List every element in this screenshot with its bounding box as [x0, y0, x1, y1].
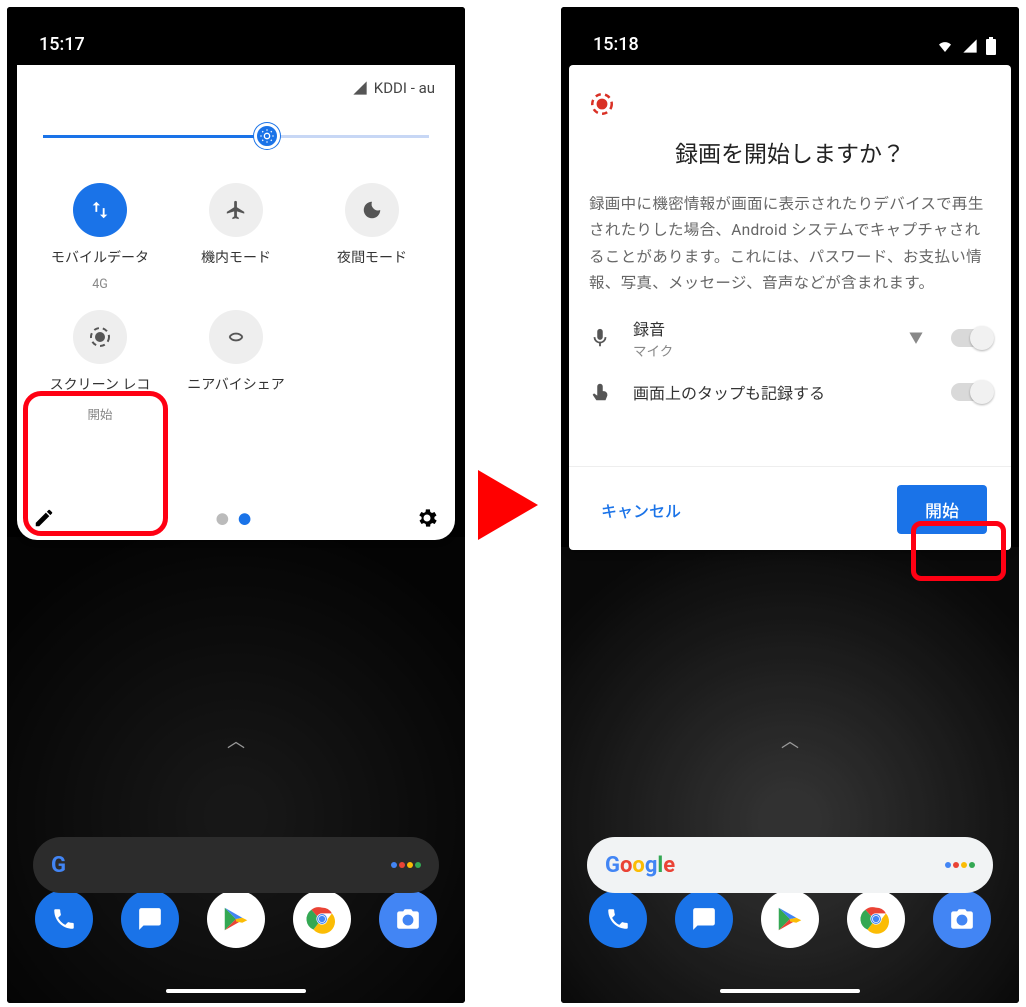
- edit-tiles-icon[interactable]: [33, 507, 55, 529]
- app-camera[interactable]: [933, 890, 991, 948]
- touch-icon: [589, 381, 611, 403]
- app-play-store[interactable]: [761, 890, 819, 948]
- app-play-store[interactable]: [207, 890, 265, 948]
- record-icon: [589, 91, 991, 117]
- nearby-share-icon: [209, 310, 263, 364]
- signal-icon: [961, 38, 979, 54]
- clock: 15:18: [593, 34, 639, 55]
- gesture-nav-bar[interactable]: [166, 989, 306, 993]
- app-chrome[interactable]: [293, 890, 351, 948]
- battery-icon: [985, 37, 997, 55]
- record-icon: [73, 310, 127, 364]
- app-camera[interactable]: [379, 890, 437, 948]
- app-messages[interactable]: [675, 890, 733, 948]
- dialog-title: 録画を開始しますか？: [589, 135, 991, 169]
- dialog-body: 録画中に機密情報が画面に表示されたりデバイスで再生されたりした場合、Androi…: [589, 191, 991, 296]
- app-messages[interactable]: [121, 890, 179, 948]
- qs-tile-nearby-share[interactable]: ニアバイシェア: [173, 306, 299, 427]
- phone-right: 15:18 ︿ Google 録画を開始しますか？ 録: [560, 6, 1020, 1004]
- qs-tile-night[interactable]: 夜間モード: [309, 179, 435, 296]
- annotation-arrow: [478, 470, 538, 540]
- option-record-audio[interactable]: 録音 マイク ▼: [589, 316, 991, 360]
- assistant-icon[interactable]: [391, 862, 421, 868]
- mic-icon: [589, 327, 611, 349]
- page-indicator[interactable]: ● ●: [55, 509, 415, 528]
- status-bar: 15:17: [7, 7, 465, 65]
- option-record-touches[interactable]: 画面上のタップも記録する: [589, 380, 991, 404]
- moon-icon: [345, 183, 399, 237]
- app-drawer-caret[interactable]: ︿: [781, 727, 799, 753]
- app-chrome[interactable]: [847, 890, 905, 948]
- start-button[interactable]: 開始: [897, 485, 987, 534]
- swap-icon: [73, 183, 127, 237]
- dock: [7, 890, 465, 948]
- settings-icon[interactable]: [415, 506, 439, 530]
- brightness-thumb-icon[interactable]: [254, 123, 280, 149]
- cancel-button[interactable]: キャンセル: [593, 486, 689, 534]
- phone-left: 15:17 ︿ G KDDI - au: [6, 6, 466, 1004]
- app-phone[interactable]: [35, 890, 93, 948]
- search-bar[interactable]: G: [33, 837, 439, 893]
- quick-settings-panel: KDDI - au モバイルデータ 4G 機内モード 夜間モード: [17, 65, 455, 540]
- brightness-slider[interactable]: [43, 123, 429, 149]
- search-bar[interactable]: Google: [587, 837, 993, 893]
- qs-tile-screen-record[interactable]: スクリーン レコ 開始: [37, 306, 163, 427]
- toggle-touches[interactable]: [951, 383, 991, 401]
- carrier-label: KDDI - au: [37, 79, 435, 97]
- gesture-nav-bar[interactable]: [720, 989, 860, 993]
- assistant-icon[interactable]: [945, 862, 975, 868]
- wifi-icon: [935, 38, 955, 54]
- qs-tile-mobile-data[interactable]: モバイルデータ 4G: [37, 179, 163, 296]
- screen-record-dialog: 録画を開始しますか？ 録画中に機密情報が画面に表示されたりデバイスで再生されたり…: [569, 65, 1011, 550]
- app-phone[interactable]: [589, 890, 647, 948]
- toggle-audio[interactable]: [951, 329, 991, 347]
- clock: 15:17: [39, 34, 85, 55]
- status-bar: 15:18: [561, 7, 1019, 65]
- qs-tile-grid: モバイルデータ 4G 機内モード 夜間モード スクリーン レコ 開始 ニアバイシ…: [37, 179, 435, 427]
- app-drawer-caret[interactable]: ︿: [227, 727, 245, 753]
- home-wallpaper: ︿ Google: [561, 547, 1019, 1003]
- home-wallpaper: ︿ G: [7, 537, 465, 1003]
- chevron-down-icon[interactable]: ▼: [909, 328, 923, 348]
- qs-tile-airplane[interactable]: 機内モード: [173, 179, 299, 296]
- airplane-icon: [209, 183, 263, 237]
- dock: [561, 890, 1019, 948]
